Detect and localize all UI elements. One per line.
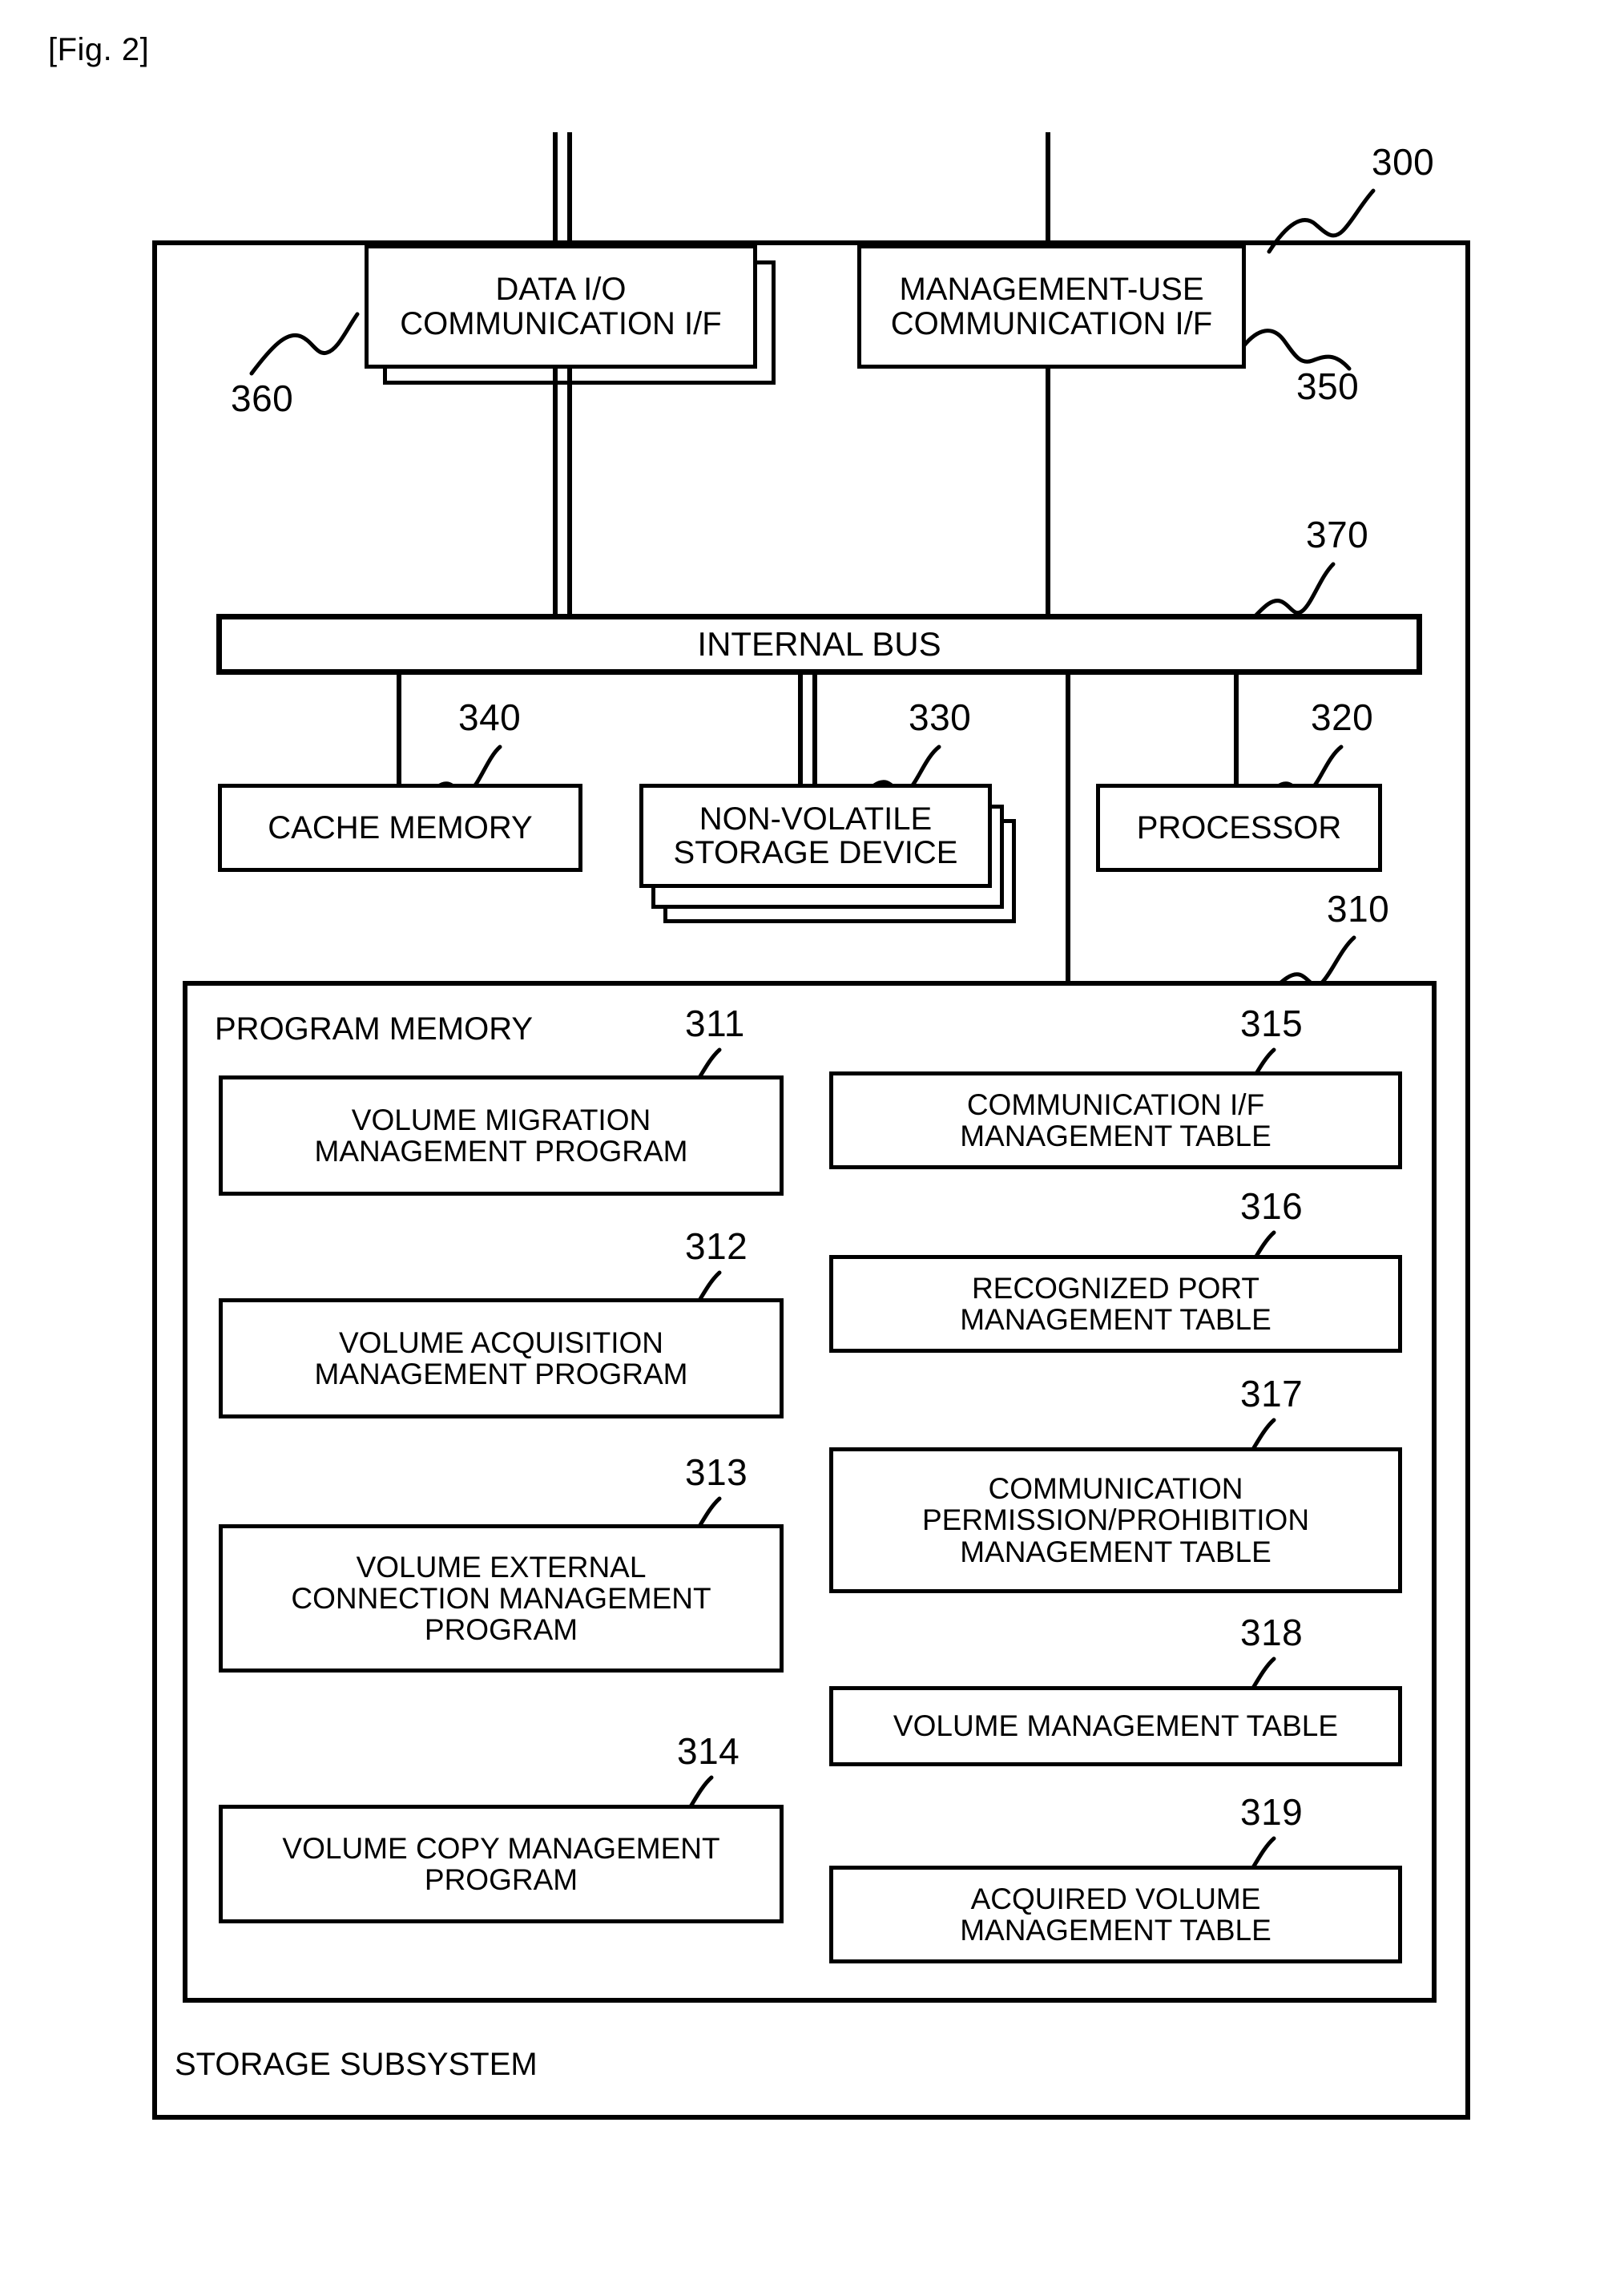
table-317-line1: COMMUNICATION [988,1472,1243,1506]
processor-box: PROCESSOR [1096,784,1382,872]
ref-330-label: 330 [909,696,972,738]
figure-number-label: [Fig. 2] [48,32,150,67]
table-315-line2: MANAGEMENT TABLE [960,1120,1271,1152]
storage-subsystem-caption: STORAGE SUBSYSTEM [175,2047,538,2082]
ref-319-label: 319 [1240,1791,1304,1833]
table-317-line3: MANAGEMENT TABLE [960,1535,1271,1568]
program-313-line1: VOLUME EXTERNAL [356,1550,647,1584]
table-box-319: ACQUIRED VOLUME MANAGEMENT TABLE [829,1866,1402,1963]
ref-360-leader [249,312,360,376]
internal-bus-bar: INTERNAL BUS [216,614,1422,675]
table-319-line2: MANAGEMENT TABLE [960,1914,1271,1947]
non-volatile-line1: NON-VOLATILE [699,801,933,837]
program-memory-title: PROGRAM MEMORY [215,1011,534,1047]
management-if-bus-link [1046,369,1050,617]
ref-360-label: 360 [231,377,294,419]
table-box-316: RECOGNIZED PORT MANAGEMENT TABLE [829,1255,1402,1353]
table-315-line1: COMMUNICATION I/F [966,1087,1265,1121]
cache-memory-label: CACHE MEMORY [268,809,533,845]
ref-312-label: 312 [685,1225,748,1267]
table-319-line1: ACQUIRED VOLUME [970,1882,1261,1915]
ref-300-label: 300 [1372,141,1435,183]
external-data-cable-left [553,132,558,244]
program-311-line2: MANAGEMENT PROGRAM [314,1135,688,1168]
program-311-line1: VOLUME MIGRATION [351,1103,651,1136]
program-313-line3: PROGRAM [424,1613,578,1647]
nonvolatile-bus-link-left [798,675,803,784]
management-if-line1: MANAGEMENT-USE [899,272,1204,308]
cache-memory-bus-link [397,675,401,784]
external-management-cable [1046,132,1050,244]
data-io-communication-if-box: DATA I/O COMMUNICATION I/F [365,244,757,369]
ref-300-leader [1267,188,1376,254]
program-memory-bus-link [1066,675,1070,981]
ref-340-label: 340 [458,696,522,738]
program-box-313: VOLUME EXTERNAL CONNECTION MANAGEMENT PR… [219,1524,784,1673]
table-318-line1: VOLUME MANAGEMENT TABLE [893,1709,1339,1743]
external-data-cable-right [567,132,572,244]
table-box-318: VOLUME MANAGEMENT TABLE [829,1686,1402,1766]
program-313-line2: CONNECTION MANAGEMENT [291,1581,711,1615]
program-314-line1: VOLUME COPY MANAGEMENT [282,1831,720,1865]
data-io-if-line1: DATA I/O [495,272,627,308]
internal-bus-label: INTERNAL BUS [697,625,941,663]
management-use-communication-if-box: MANAGEMENT-USE COMMUNICATION I/F [857,244,1246,369]
program-box-314: VOLUME COPY MANAGEMENT PROGRAM [219,1805,784,1923]
ref-314-label: 314 [677,1730,740,1772]
ref-316-label: 316 [1240,1185,1304,1227]
ref-350-leader [1241,329,1352,371]
table-box-315: COMMUNICATION I/F MANAGEMENT TABLE [829,1071,1402,1169]
data-io-if-line2: COMMUNICATION I/F [400,305,722,341]
program-314-line2: PROGRAM [424,1863,578,1896]
data-io-bus-link-right [567,369,572,617]
table-316-line2: MANAGEMENT TABLE [960,1303,1271,1336]
program-312-line2: MANAGEMENT PROGRAM [314,1358,688,1390]
nonvolatile-bus-link-right [812,675,817,784]
non-volatile-storage-device-box: NON-VOLATILE STORAGE DEVICE [639,784,992,888]
program-312-line1: VOLUME ACQUISITION [338,1326,663,1359]
ref-370-label: 370 [1306,514,1369,555]
processor-label: PROCESSOR [1136,809,1342,845]
processor-bus-link [1234,675,1239,784]
ref-311-label: 311 [685,1003,745,1044]
ref-315-label: 315 [1240,1003,1304,1044]
ref-318-label: 318 [1240,1612,1304,1653]
program-box-311: VOLUME MIGRATION MANAGEMENT PROGRAM [219,1075,784,1196]
non-volatile-line2: STORAGE DEVICE [673,835,958,870]
ref-317-label: 317 [1240,1373,1304,1414]
data-io-bus-link-left [553,369,558,617]
program-box-312: VOLUME ACQUISITION MANAGEMENT PROGRAM [219,1298,784,1418]
ref-310-label: 310 [1327,888,1390,930]
table-317-line2: PERMISSION/PROHIBITION [921,1503,1310,1537]
table-316-line1: RECOGNIZED PORT [971,1271,1260,1305]
cache-memory-box: CACHE MEMORY [218,784,582,872]
table-box-317: COMMUNICATION PERMISSION/PROHIBITION MAN… [829,1447,1402,1593]
ref-320-label: 320 [1311,696,1374,738]
management-if-line2: COMMUNICATION I/F [890,305,1213,341]
ref-313-label: 313 [685,1451,748,1493]
figure-canvas: [Fig. 2] 300 DATA I/O COMMUNICATION I/F … [0,0,1612,2296]
